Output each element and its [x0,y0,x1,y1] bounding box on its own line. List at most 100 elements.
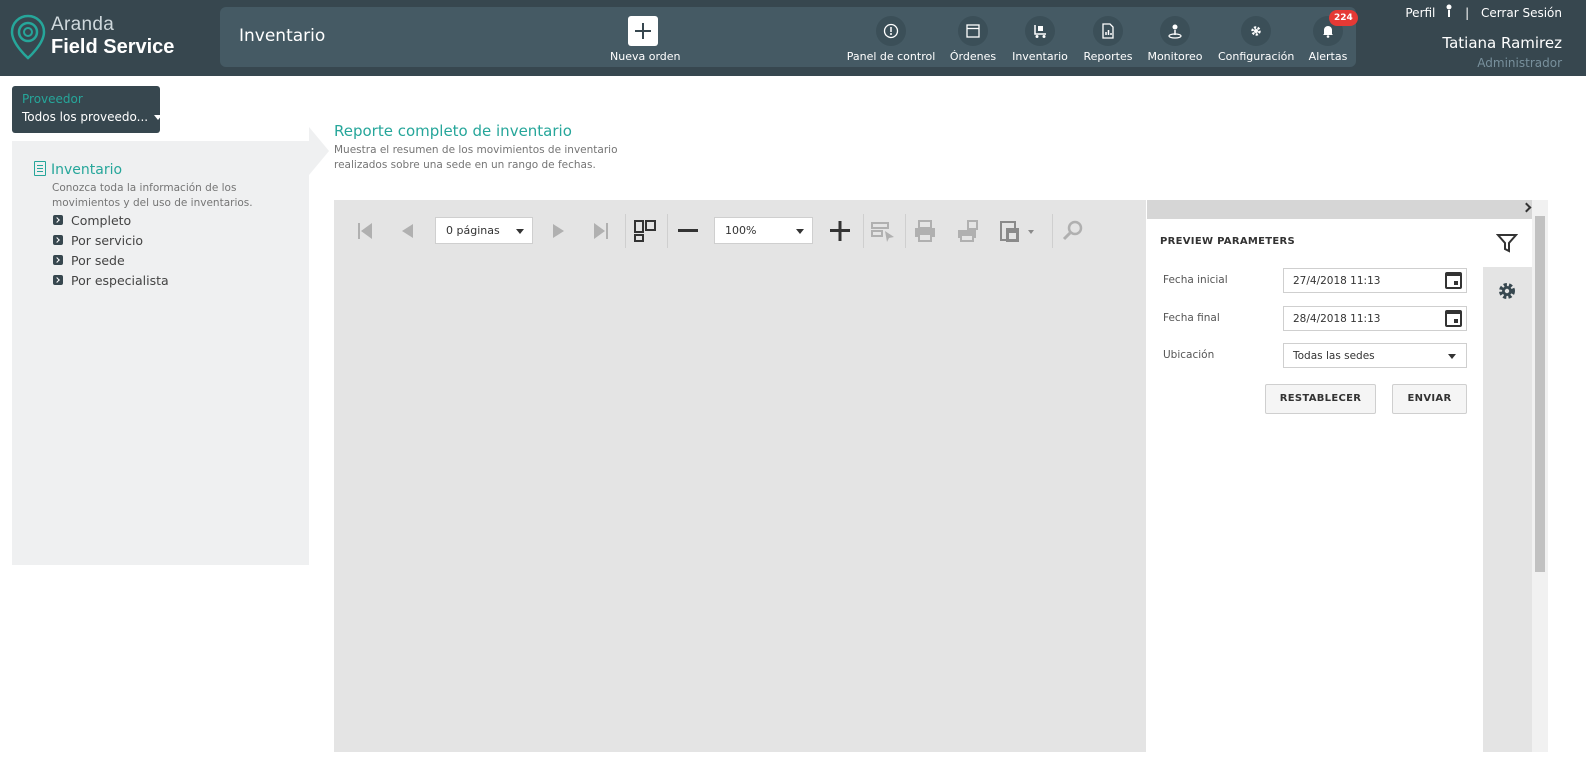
calendar-icon[interactable] [1445,272,1462,289]
bell-icon: 224 [1313,10,1358,46]
dashboard-icon [876,16,906,46]
sidebar-description: Conozca toda la información de los movim… [52,182,253,209]
reset-button[interactable]: RESTABLECER [1265,384,1376,414]
viewer-toolbar: 0 páginas 100% [334,214,1146,248]
toolbar-separator [667,214,668,248]
print-page-icon [958,220,978,242]
parameters-title: PREVIEW PARAMETERS [1160,236,1295,247]
select-field-icon [871,222,894,242]
pages-select[interactable]: 0 páginas [435,217,533,244]
export-button[interactable] [998,218,1040,244]
nav-inventory[interactable]: Inventario [1009,16,1071,63]
sidebar-item-label: Por servicio [71,233,144,248]
toolbar-separator [863,214,864,248]
pages-select-value: 0 páginas [446,224,500,237]
plus-icon [627,16,658,46]
zoom-out-button[interactable] [675,218,701,244]
location-pin-logo-icon [10,14,46,60]
provider-value-row: Todos los proveedo... [22,110,163,124]
nav-label: Monitoreo [1147,50,1203,63]
nav-label: Inventario [1012,50,1068,63]
search-button[interactable] [1060,218,1086,244]
location-select[interactable]: Todas las sedes [1283,343,1467,368]
reports-icon [1093,16,1123,46]
chevron-down-icon [1448,354,1456,359]
nav-label: Alertas [1308,50,1348,63]
chevron-right-icon [53,275,63,285]
minus-icon [678,229,698,232]
separator: | [1465,5,1470,20]
parameters-panel-header [1147,200,1548,219]
zoom-select[interactable]: 100% [714,217,813,244]
sidebar-item-por-especialista[interactable]: Por especialista [53,273,169,293]
app-header: Aranda Field Service Inventario Nueva or… [0,0,1586,76]
print-page-button[interactable] [955,218,981,244]
user-role: Administrador [1477,56,1562,70]
calendar-icon[interactable] [1445,310,1462,327]
chevron-right-icon [53,215,63,225]
logout-link[interactable]: Cerrar Sesión [1481,6,1562,20]
sidebar-item-por-sede[interactable]: Por sede [53,253,169,273]
first-page-button[interactable] [352,218,378,244]
export-icon [1000,221,1034,242]
page-title: Inventario [239,26,326,46]
plus-icon [830,221,850,241]
settings-icon [1241,16,1271,46]
zoom-select-value: 100% [725,224,757,237]
location-label: Ubicación [1163,349,1215,361]
start-date-field[interactable]: 27/4/2018 11:13 [1283,268,1467,293]
monitoring-icon [1160,16,1190,46]
parameters-tab-active[interactable] [1483,219,1532,267]
provider-dropdown[interactable]: Proveedor Todos los proveedo... [12,86,163,133]
brand-name-line1: Aranda [51,14,115,35]
user-area: Perfil | Cerrar Sesión Tatiana Ramirez A… [1405,4,1562,70]
zoom-in-button[interactable] [827,218,853,244]
next-page-icon [553,224,564,238]
sidebar-title-text: Inventario [51,162,123,178]
last-page-button[interactable] [588,218,614,244]
brand-name-line2: Field Service [51,36,175,58]
chevron-down-icon [516,229,524,234]
collapse-chevron-icon[interactable] [1521,202,1532,213]
submit-button[interactable]: ENVIAR [1392,384,1467,414]
multipage-icon [634,220,656,242]
profile-link[interactable]: Perfil [1405,6,1435,20]
nav-label: Configuración [1218,50,1295,63]
highlight-editing-fields-button[interactable] [870,218,896,244]
end-date-field[interactable]: 28/4/2018 11:13 [1283,306,1467,331]
printer-icon [915,220,935,242]
previous-page-icon [402,224,413,238]
location-select-value: Todas las sedes [1293,350,1375,362]
title-bar: Inventario Nueva orden Panel de control … [220,7,1358,67]
new-order-button[interactable]: Nueva orden [610,16,681,63]
brand-logo[interactable]: Aranda Field Service [10,12,210,64]
provider-label: Proveedor [22,92,83,106]
new-order-label: Nueva orden [610,50,681,63]
person-pin-icon [1445,4,1453,21]
nav-settings[interactable]: Configuración [1218,16,1294,63]
next-page-button[interactable] [546,218,572,244]
orders-icon [958,16,988,46]
report-viewer: 0 páginas 100% [334,200,1146,752]
report-title: Reporte completo de inventario [334,122,572,140]
sidebar-item-por-servicio[interactable]: Por servicio [53,233,169,253]
multipage-button[interactable] [632,218,658,244]
scrollbar-thumb[interactable] [1535,216,1545,572]
print-button[interactable] [912,218,938,244]
settings-tab[interactable] [1483,267,1532,315]
sidebar-item-completo[interactable]: Completo [53,213,169,233]
nav-orders[interactable]: Órdenes [943,16,1003,63]
gear-icon [1499,283,1515,299]
nav-monitoring[interactable]: Monitoreo [1146,16,1204,63]
nav-dashboard[interactable]: Panel de control [843,16,939,63]
chevron-right-icon [53,235,63,245]
first-page-icon [358,223,372,239]
sidebar-title[interactable]: Inventario [34,161,122,178]
nav-alerts[interactable]: 224 Alertas [1306,10,1358,63]
nav-reports[interactable]: Reportes [1080,16,1136,63]
chevron-down-icon [154,115,163,120]
search-icon [1062,220,1083,241]
nav-label: Órdenes [949,50,997,63]
chevron-right-icon [53,255,63,265]
previous-page-button[interactable] [394,218,420,244]
